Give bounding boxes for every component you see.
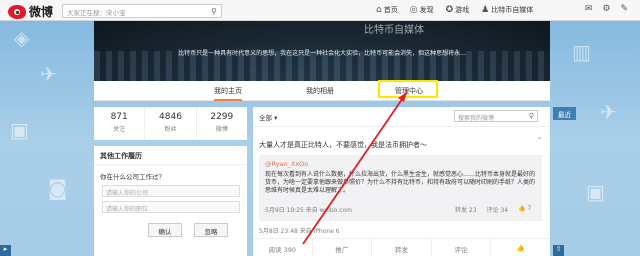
- confirm-button[interactable]: 确认: [148, 223, 182, 237]
- gamepad-icon: ✪: [445, 5, 454, 15]
- suitcase-icon: ▣: [10, 118, 29, 142]
- building-icon: ▥: [572, 40, 591, 64]
- ignore-button[interactable]: 忽略: [194, 223, 228, 237]
- nav-games[interactable]: ✪ 游戏: [446, 5, 470, 15]
- nav-profile-label: 比特币自媒体: [491, 6, 534, 14]
- top-navigation-bar: 微博 大家正在搜：宋小宝 ⚲ ⌂ 首页 ◎ 发现 ✪ 游戏 ♟ 比特币自媒体 ✉…: [0, 0, 640, 21]
- profile-tabs: 我的主页 我的相册 管理中心: [94, 81, 550, 101]
- stat-posts-label: 微博: [215, 126, 228, 133]
- post-timestamp[interactable]: 5月8日 23:48 来自 iPhone 6: [259, 226, 340, 235]
- post-text: 大量人才是真正比特人，不要感觉，我是法币拥护者～: [259, 141, 427, 149]
- work-history-card: 其他工作履历 你在什么公司工作过？ 请输入你的公司 请输入你的职位: [94, 146, 247, 256]
- back-to-top-icon[interactable]: ⇧: [553, 245, 564, 256]
- repost-button[interactable]: 转发: [372, 239, 432, 256]
- tab-my-album[interactable]: 我的相册: [306, 86, 334, 96]
- highlight-annotation-box: [378, 80, 438, 98]
- search-input[interactable]: 大家正在搜：宋小宝 ⚲: [62, 4, 222, 18]
- comment-button[interactable]: 评论: [432, 239, 492, 256]
- promote-button[interactable]: 推广: [313, 239, 373, 256]
- quoted-comment[interactable]: 评论 34: [487, 205, 509, 214]
- top-right-icons: ✉ ⚙ ✎: [585, 4, 628, 14]
- work-history-title: 其他工作履历: [100, 152, 142, 160]
- stat-posts-count: 2299: [210, 112, 234, 122]
- latest-button[interactable]: 最近: [553, 107, 576, 120]
- search-placeholder: 大家正在搜：宋小宝: [67, 9, 126, 17]
- main-nav: ⌂ 首页 ◎ 发现 ✪ 游戏 ♟ 比特币自媒体: [376, 5, 533, 15]
- nav-home-label: 首页: [383, 6, 398, 14]
- nav-profile[interactable]: ♟ 比特币自媒体: [481, 5, 533, 15]
- read-count: 阅读 390: [253, 239, 313, 256]
- profile-stats: 871 关注 4846 粉丝 2299 微博: [94, 107, 247, 140]
- search-icon[interactable]: ⚲: [529, 112, 534, 120]
- quoted-repost[interactable]: 转发 23: [455, 205, 477, 214]
- work-history-question: 你在什么公司工作过？: [100, 173, 165, 181]
- feed-search-input[interactable]: 搜索我的微博 ⚲: [454, 110, 538, 122]
- messages-icon[interactable]: ✉: [585, 4, 593, 14]
- nav-games-label: 游戏: [455, 6, 470, 14]
- stat-followers-label: 粉丝: [164, 126, 177, 133]
- company-input[interactable]: 请输入你的公司: [102, 185, 240, 197]
- divider: [94, 164, 247, 165]
- quoted-like[interactable]: 👍 7: [518, 205, 531, 214]
- profile-cover: 比特币自媒体 比特币只是一种具有时代意义的思想，我在这只是一种社会化大实验，比特…: [94, 21, 550, 81]
- compose-icon[interactable]: ✎: [620, 4, 628, 14]
- feed-filter-label: 全部: [259, 114, 272, 122]
- plane-icon: ✈: [40, 62, 57, 86]
- post-action-bar: 阅读 390 推广 转发 评论 👍: [253, 238, 550, 256]
- quoted-post[interactable]: @Ryan_XxOo 现在每次看到有人说什么数据，什么拉海出货，什么黑生金生，就…: [259, 155, 542, 221]
- compass-icon: ◎: [409, 5, 418, 15]
- weibo-logo[interactable]: 微博: [8, 3, 53, 20]
- chevron-down-icon[interactable]: ⌄: [536, 132, 543, 141]
- position-input[interactable]: 请输入你的职位: [102, 201, 240, 213]
- tag-icon: ◈: [14, 26, 30, 50]
- weibo-logo-icon: [8, 4, 26, 19]
- stat-posts[interactable]: 2299 微博: [197, 107, 247, 140]
- search-icon[interactable]: ⚲: [211, 7, 217, 16]
- home-icon: ⌂: [376, 5, 382, 15]
- stat-followers[interactable]: 4846 粉丝: [145, 107, 197, 140]
- camera-icon: ◙: [48, 176, 68, 200]
- logo-text: 微博: [29, 5, 54, 19]
- weibo-post: ⌄ 大量人才是真正比特人，不要感觉，我是法币拥护者～ @Ryan_XxOo 现在…: [253, 127, 550, 256]
- feed-search-placeholder: 搜索我的微博: [458, 115, 495, 122]
- quoted-actions: 转发 23 评论 34 👍 7: [455, 205, 531, 214]
- tab-my-home[interactable]: 我的主页: [214, 86, 242, 101]
- stat-following-count: 871: [110, 112, 128, 122]
- quoted-username[interactable]: @Ryan_XxOo: [265, 160, 308, 168]
- settings-icon[interactable]: ⚙: [602, 4, 610, 14]
- quoted-timestamp[interactable]: 5月9日 19:25 来自 weibo.com: [265, 205, 352, 214]
- stat-following-label: 关注: [113, 126, 126, 133]
- stat-following[interactable]: 871 关注: [94, 107, 146, 140]
- suitcase-icon: ▣: [586, 180, 605, 204]
- profile-name: 比特币自媒体: [364, 25, 424, 36]
- nav-home[interactable]: ⌂ 首页: [376, 5, 398, 15]
- nav-discover[interactable]: ◎ 发现: [410, 5, 434, 15]
- chat-icon[interactable]: ▸: [0, 245, 11, 256]
- plane-icon: ✈: [600, 100, 617, 124]
- profile-tagline: 比特币只是一种具有时代意义的思想，我在这只是一种社会化大实验，比特币可能会消失，…: [178, 50, 466, 57]
- feed-header: 全部 ▾ 搜索我的微博 ⚲: [253, 107, 550, 127]
- quoted-text: 现在每次看到有人说什么数据，什么拉海出货，什么黑生金生，就感觉恶心……比特币本身…: [265, 171, 536, 194]
- nav-discover-label: 发现: [419, 6, 434, 14]
- like-button[interactable]: 👍: [491, 239, 550, 256]
- stat-followers-count: 4846: [159, 112, 182, 122]
- user-icon: ♟: [481, 5, 490, 15]
- feed-filter-all[interactable]: 全部 ▾: [259, 112, 277, 122]
